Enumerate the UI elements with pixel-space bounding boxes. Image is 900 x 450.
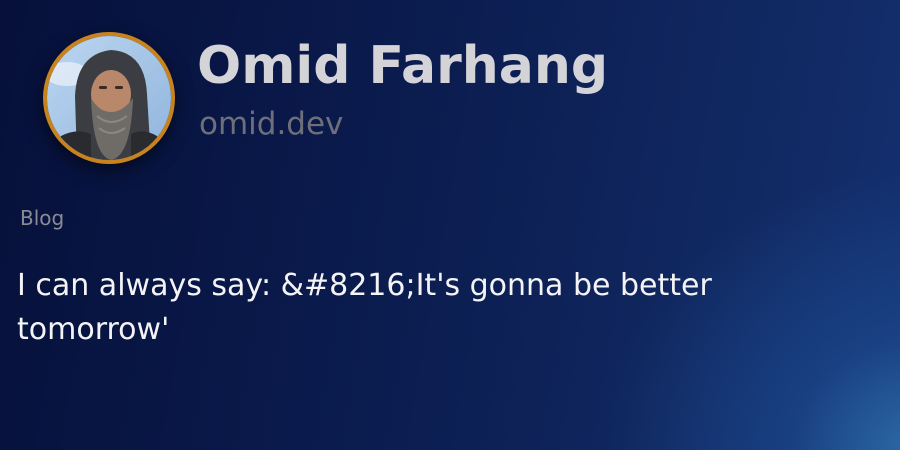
site-domain: omid.dev: [199, 106, 344, 142]
post-title: I can always say: &#8216;It's gonna be b…: [17, 268, 712, 347]
author-name: Omid Farhang: [197, 36, 609, 96]
avatar-photo: [47, 36, 171, 160]
post-category: Blog: [20, 206, 65, 230]
avatar: [43, 32, 175, 164]
